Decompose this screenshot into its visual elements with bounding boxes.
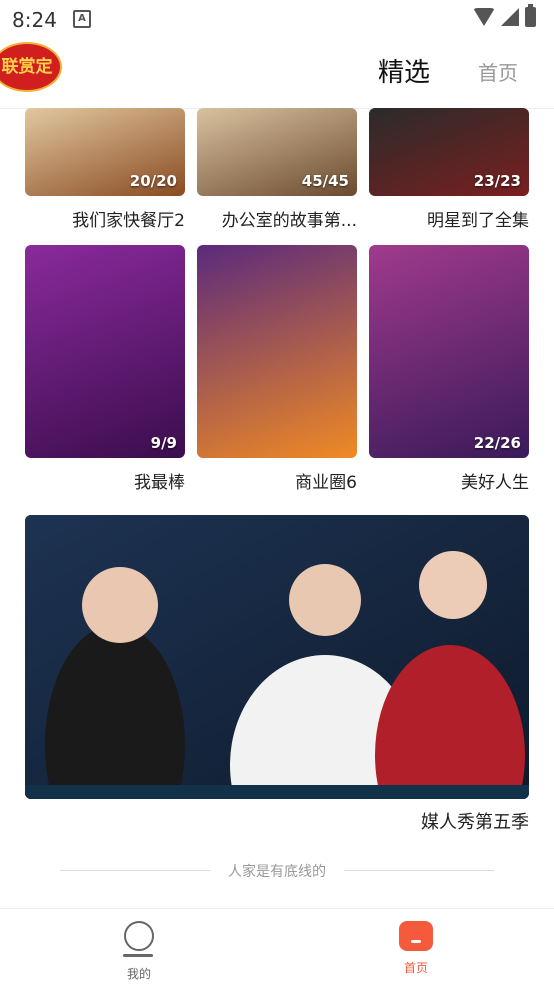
featured-banner[interactable] — [25, 515, 529, 799]
tab-home[interactable]: 首页 — [478, 57, 518, 86]
nav-home[interactable]: 首页 — [376, 921, 456, 976]
banner-title[interactable]: 媒人秀第五季 — [421, 808, 529, 834]
nav-mine[interactable]: 我的 — [99, 921, 179, 982]
episode-badge: 22/26 — [473, 434, 521, 452]
episode-badge: 23/23 — [473, 172, 521, 190]
video-card[interactable]: 商业圈6 — [197, 245, 357, 493]
video-card[interactable]: 23/23 明星到了全集 — [369, 108, 529, 231]
profile-icon — [123, 921, 154, 957]
status-bar: 8:24 A — [0, 0, 554, 36]
episode-badge: 20/20 — [129, 172, 177, 190]
video-card[interactable]: 22/26 美好人生 — [369, 245, 529, 493]
video-card[interactable]: 45/45 办公室的故事第... — [197, 108, 357, 231]
video-thumbnail[interactable] — [197, 245, 357, 458]
video-thumbnail[interactable]: 22/26 — [369, 245, 529, 458]
status-time: 8:24 — [12, 8, 57, 32]
video-title[interactable]: 明星到了全集 — [369, 206, 529, 231]
episode-badge: 45/45 — [301, 172, 349, 190]
video-title[interactable]: 商业圈6 — [197, 468, 357, 493]
app-logo[interactable]: 联赏定 — [0, 42, 62, 92]
nav-mine-label: 我的 — [126, 967, 151, 981]
video-card[interactable]: 9/9 我最棒 — [25, 245, 185, 493]
episode-badge: 9/9 — [150, 434, 177, 452]
video-title[interactable]: 我们家快餐厅2 — [25, 206, 185, 231]
home-icon — [399, 921, 433, 951]
battery-icon — [525, 4, 536, 27]
wifi-icon — [473, 8, 495, 26]
notification-icon: A — [73, 10, 91, 28]
video-thumbnail[interactable]: 9/9 — [25, 245, 185, 458]
video-title[interactable]: 办公室的故事第... — [197, 206, 357, 231]
video-thumbnail[interactable]: 23/23 — [369, 108, 529, 196]
video-title[interactable]: 美好人生 — [369, 468, 529, 493]
signal-icon — [501, 8, 519, 26]
banner-artwork — [25, 515, 529, 799]
end-of-list-text: 人家是有底线的 — [228, 864, 326, 880]
video-thumbnail[interactable]: 45/45 — [197, 108, 357, 196]
nav-home-label: 首页 — [403, 961, 428, 975]
video-card[interactable]: 20/20 我们家快餐厅2 — [25, 108, 185, 231]
bottom-navigation: 我的 首页 — [0, 908, 554, 986]
divider-line-right — [344, 870, 494, 871]
app-header: 联赏定 精选 首页 — [0, 36, 554, 109]
status-icons — [473, 4, 536, 27]
video-title[interactable]: 我最棒 — [25, 468, 185, 493]
tab-selected[interactable]: 精选 — [378, 52, 430, 89]
video-thumbnail[interactable]: 20/20 — [25, 108, 185, 196]
